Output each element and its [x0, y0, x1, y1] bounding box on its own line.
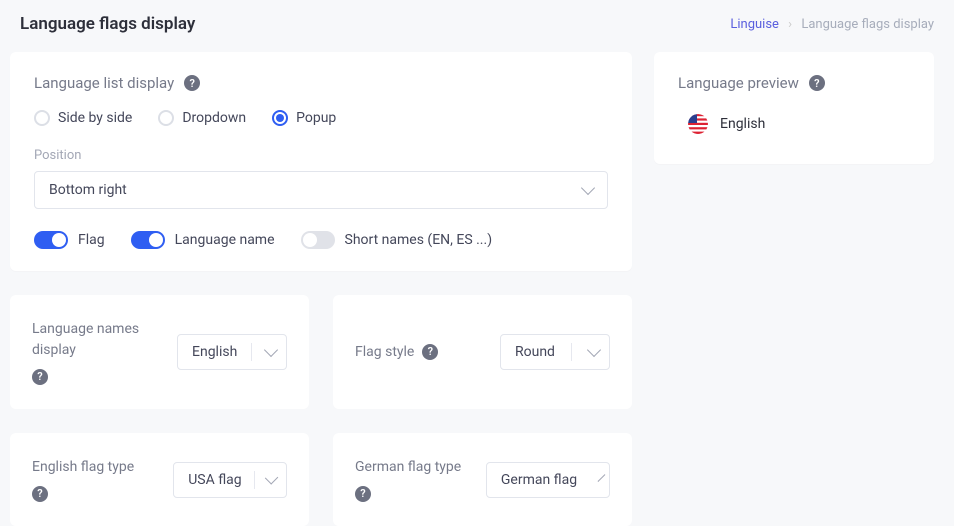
- toggle-label: Language name: [175, 232, 275, 248]
- page-title: Language flags display: [20, 14, 195, 34]
- breadcrumb-current: Language flags display: [801, 17, 934, 32]
- preview-card: Language preview ?: [654, 52, 934, 164]
- help-icon[interactable]: ?: [809, 75, 825, 91]
- chevron-down-icon: [264, 471, 278, 485]
- preview-item-label: English: [720, 116, 765, 132]
- usa-flag-icon: [688, 114, 708, 134]
- chevron-down-icon: [598, 474, 606, 482]
- select-value: Bottom right: [49, 182, 127, 198]
- radio-icon: [158, 110, 174, 126]
- list-display-card: Language list display ? Side by side Dro…: [10, 52, 632, 271]
- radio-label: Popup: [296, 110, 336, 126]
- help-icon[interactable]: ?: [355, 486, 371, 502]
- english-flag-card: English flag type ? USA flag: [10, 433, 309, 526]
- position-select[interactable]: Bottom right: [34, 171, 608, 209]
- preview-item[interactable]: English: [678, 106, 910, 136]
- toggle-short-names[interactable]: [301, 231, 335, 249]
- toggle-label: Short names (EN, ES ...): [345, 232, 493, 248]
- names-display-label: Language names display: [32, 319, 161, 361]
- display-mode-radios: Side by side Dropdown Popup: [34, 110, 608, 126]
- breadcrumb: Linguise › Language flags display: [730, 17, 934, 32]
- names-display-select[interactable]: English: [177, 334, 287, 370]
- divider: [571, 343, 572, 361]
- german-flag-label: German flag type: [355, 457, 461, 478]
- list-display-title: Language list display: [34, 74, 174, 92]
- flag-style-card: Flag style ? Round: [333, 295, 632, 409]
- breadcrumb-separator: ›: [788, 17, 792, 32]
- flag-style-label: Flag style: [355, 342, 414, 363]
- help-icon[interactable]: ?: [32, 486, 48, 502]
- chevron-down-icon: [587, 343, 601, 357]
- radio-icon: [272, 110, 288, 126]
- preview-title: Language preview: [678, 74, 799, 92]
- select-value: USA flag: [188, 472, 241, 488]
- german-flag-select[interactable]: German flag: [486, 462, 610, 498]
- flag-style-select[interactable]: Round: [500, 334, 610, 370]
- position-label: Position: [34, 148, 608, 163]
- radio-label: Dropdown: [182, 110, 246, 126]
- toggle-language-name[interactable]: [131, 231, 165, 249]
- radio-icon: [34, 110, 50, 126]
- select-value: Round: [515, 344, 555, 360]
- breadcrumb-root[interactable]: Linguise: [730, 17, 779, 32]
- chevron-down-icon: [264, 343, 278, 357]
- radio-dropdown[interactable]: Dropdown: [158, 110, 246, 126]
- divider: [251, 343, 252, 361]
- divider: [254, 471, 255, 489]
- chevron-down-icon: [581, 181, 595, 195]
- select-value: German flag: [501, 472, 577, 488]
- toggle-label: Flag: [78, 232, 105, 248]
- help-icon[interactable]: ?: [184, 75, 200, 91]
- english-flag-label: English flag type: [32, 457, 134, 478]
- toggle-flag[interactable]: [34, 231, 68, 249]
- radio-side-by-side[interactable]: Side by side: [34, 110, 132, 126]
- help-icon[interactable]: ?: [422, 344, 438, 360]
- radio-label: Side by side: [58, 110, 132, 126]
- german-flag-card: German flag type ? German flag: [333, 433, 632, 526]
- select-value: English: [192, 344, 237, 360]
- names-display-card: Language names display ? English: [10, 295, 309, 409]
- english-flag-select[interactable]: USA flag: [173, 462, 287, 498]
- help-icon[interactable]: ?: [32, 369, 48, 385]
- radio-popup[interactable]: Popup: [272, 110, 336, 126]
